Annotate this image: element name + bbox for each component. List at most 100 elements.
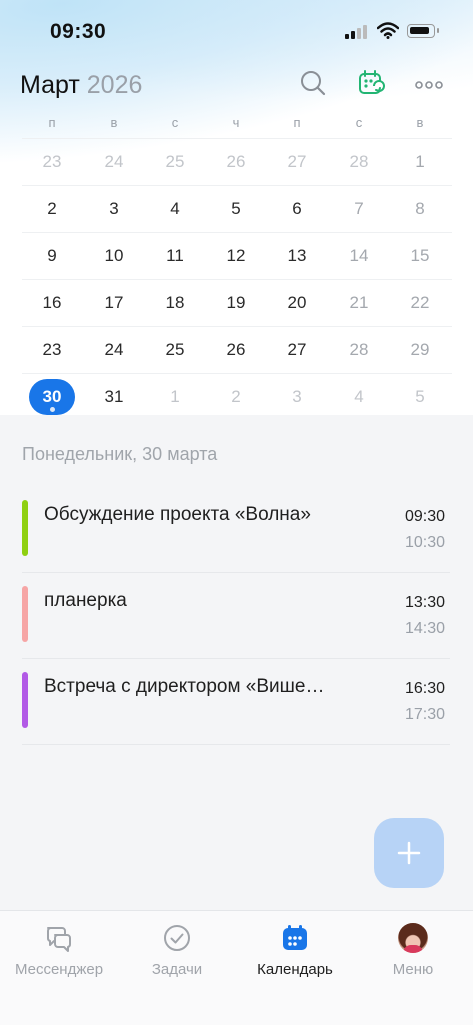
calendar-day[interactable]: 27: [274, 139, 320, 185]
calendar-day[interactable]: 27: [274, 327, 320, 373]
week-row: 23 24 25 26 27 28 1: [22, 138, 452, 185]
calendar-day[interactable]: 5: [397, 374, 443, 415]
event-color-bar: [22, 586, 28, 642]
calendar-panel: 09:30 Март 2026 п в с ч п с в 23 24 25 2…: [0, 0, 473, 415]
month-label: Март: [20, 71, 80, 99]
week-row: 23 24 25 26 27 28 29: [22, 326, 452, 373]
calendar-day[interactable]: 17: [91, 280, 137, 326]
tab-label: Меню: [392, 961, 434, 978]
event-end-time: 17:30: [404, 706, 445, 723]
event-color-bar: [22, 500, 28, 556]
calendar-day[interactable]: 23: [29, 139, 75, 185]
calendar-day[interactable]: 3: [274, 374, 320, 415]
tab-label: Календарь: [257, 961, 333, 978]
status-time: 09:30: [50, 20, 107, 43]
calendar-day[interactable]: 19: [213, 280, 259, 326]
weekday-label: в: [110, 115, 118, 130]
event-title: Встреча с директором «Више…: [44, 676, 325, 697]
calendar-day[interactable]: 9: [29, 233, 75, 279]
calendar-day[interactable]: 10: [91, 233, 137, 279]
status-bar: 09:30: [0, 0, 473, 62]
calendar-day[interactable]: 13: [274, 233, 320, 279]
calendar-day[interactable]: 16: [29, 280, 75, 326]
calendar-day[interactable]: 26: [213, 327, 259, 373]
weekday-label: п: [293, 115, 301, 130]
calendar-day[interactable]: 25: [152, 139, 198, 185]
calendar-day[interactable]: 7: [336, 186, 382, 232]
weekday-label: с: [171, 115, 179, 130]
selected-date-label: Понедельник, 30 марта: [22, 444, 218, 464]
plus-icon: [397, 841, 421, 865]
tab-tasks[interactable]: Задачи: [118, 911, 236, 991]
event-item[interactable]: Обсуждение проекта «Волна» 09:30 10:30: [22, 486, 450, 573]
calendar-day[interactable]: 15: [397, 233, 443, 279]
calendar-sync-icon[interactable]: [356, 68, 386, 98]
add-event-button[interactable]: [374, 818, 444, 888]
event-start-time: 16:30: [404, 680, 445, 697]
tab-label: Задачи: [151, 961, 203, 978]
calendar-day[interactable]: 23: [29, 327, 75, 373]
calendar-day[interactable]: 18: [152, 280, 198, 326]
calendar-day[interactable]: 6: [274, 186, 320, 232]
week-row: 9 10 11 12 13 14 15: [22, 232, 452, 279]
calendar-day[interactable]: 20: [274, 280, 320, 326]
calendar-header: Март 2026: [0, 66, 473, 106]
event-title: Обсуждение проекта «Волна»: [44, 504, 311, 525]
calendar-day[interactable]: 22: [397, 280, 443, 326]
calendar-day[interactable]: 25: [152, 327, 198, 373]
tab-label: Мессенджер: [14, 961, 104, 978]
calendar-day[interactable]: 4: [152, 186, 198, 232]
weekday-label: ч: [232, 115, 240, 130]
calendar-day[interactable]: 12: [213, 233, 259, 279]
year-label: 2026: [86, 71, 143, 99]
event-start-time: 13:30: [404, 594, 445, 611]
event-indicator-dot: [49, 407, 55, 412]
tab-messenger[interactable]: Мессенджер: [0, 911, 118, 991]
messenger-icon: [44, 923, 74, 953]
calendar-day-today[interactable]: 30: [29, 374, 75, 415]
calendar-day[interactable]: 26: [213, 139, 259, 185]
tab-menu[interactable]: Меню: [354, 911, 472, 991]
wifi-icon: [376, 22, 400, 44]
calendar-day[interactable]: 2: [213, 374, 259, 415]
calendar-day[interactable]: 3: [91, 186, 137, 232]
calendar-day[interactable]: 28: [336, 139, 382, 185]
calendar-day[interactable]: 24: [91, 139, 137, 185]
calendar-day[interactable]: 2: [29, 186, 75, 232]
weekday-label: с: [355, 115, 363, 130]
event-color-bar: [22, 672, 28, 728]
calendar-day[interactable]: 11: [152, 233, 198, 279]
event-item[interactable]: планерка 13:30 14:30: [22, 572, 450, 659]
event-title: планерка: [44, 590, 127, 611]
calendar-day[interactable]: 28: [336, 327, 382, 373]
weekday-label: в: [416, 115, 424, 130]
bottom-tab-bar: Мессенджер Задачи Календарь Меню: [0, 910, 473, 1025]
event-start-time: 09:30: [404, 508, 445, 525]
week-row: 16 17 18 19 20 21 22: [22, 279, 452, 326]
calendar-icon: [280, 923, 310, 953]
event-end-time: 14:30: [404, 620, 445, 637]
cellular-signal-icon: [345, 25, 369, 39]
avatar: [398, 923, 428, 953]
calendar-day[interactable]: 1: [397, 139, 443, 185]
calendar-day[interactable]: 24: [91, 327, 137, 373]
event-item[interactable]: Встреча с директором «Више… 16:30 17:30: [22, 658, 450, 745]
tasks-check-icon: [162, 923, 192, 953]
weekday-label: п: [48, 115, 56, 130]
calendar-day[interactable]: 5: [213, 186, 259, 232]
battery-icon: [407, 24, 439, 38]
month-year-title[interactable]: Март 2026: [20, 71, 142, 100]
week-row: 2 3 4 5 6 7 8: [22, 185, 452, 232]
calendar-day[interactable]: 8: [397, 186, 443, 232]
more-options-icon[interactable]: [414, 68, 444, 98]
calendar-day[interactable]: 21: [336, 280, 382, 326]
weekday-header: п в с ч п с в: [22, 115, 452, 131]
calendar-day[interactable]: 4: [336, 374, 382, 415]
calendar-day[interactable]: 31: [91, 374, 137, 415]
calendar-day[interactable]: 1: [152, 374, 198, 415]
calendar-day[interactable]: 29: [397, 327, 443, 373]
calendar-day[interactable]: 14: [336, 233, 382, 279]
search-icon[interactable]: [298, 68, 328, 98]
tab-calendar[interactable]: Календарь: [236, 911, 354, 991]
event-end-time: 10:30: [404, 534, 445, 551]
